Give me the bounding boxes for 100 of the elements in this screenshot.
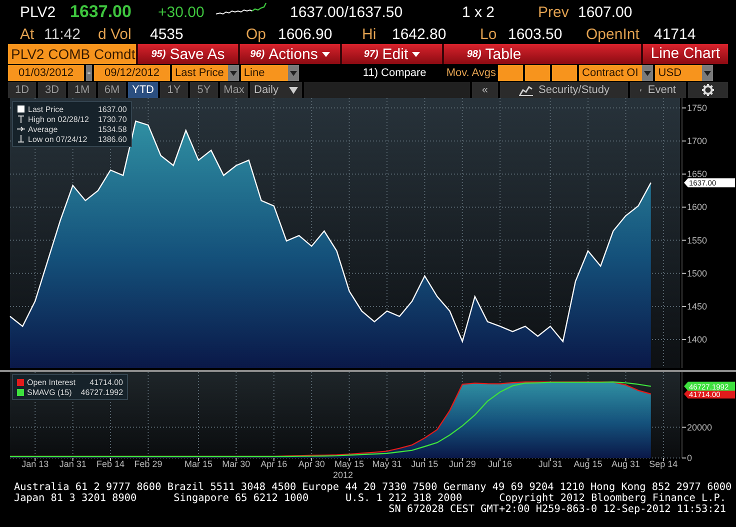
field-value: 41714 bbox=[654, 26, 697, 42]
axis-label: 1550 bbox=[687, 235, 708, 246]
axis-label: Apr 16 bbox=[260, 459, 288, 469]
field-label: Prev bbox=[538, 4, 570, 20]
field-label: Lo bbox=[480, 26, 498, 42]
field-label: Mov. Avgs bbox=[446, 67, 496, 79]
field-value: 1642.80 bbox=[392, 26, 448, 42]
period-tab[interactable]: 1D bbox=[8, 82, 36, 98]
security-field[interactable]: PLV2 COMB Comdt bbox=[8, 44, 136, 64]
dash-label: - bbox=[86, 65, 92, 81]
input-field[interactable] bbox=[525, 65, 550, 81]
axis-label: Mar 30 bbox=[222, 459, 250, 469]
axis-label: 1400 bbox=[687, 334, 708, 345]
legend-label: Last Price bbox=[28, 104, 64, 114]
dropdown[interactable]: Last Price bbox=[172, 65, 239, 81]
field-label: d Vol bbox=[98, 26, 132, 42]
axis-label: 1450 bbox=[687, 301, 708, 312]
axis-label: Jan 13 bbox=[22, 459, 49, 469]
axis-label: Aug 15 bbox=[574, 459, 602, 469]
field-value: 1603.50 bbox=[508, 26, 564, 42]
input-field[interactable] bbox=[552, 65, 578, 81]
legend-label: Average bbox=[28, 124, 58, 134]
legend-label: High on 02/28/12 bbox=[28, 114, 89, 124]
bid-ask-quote: 1637.00/1637.50 bbox=[290, 4, 404, 20]
dropdown[interactable]: Line bbox=[240, 65, 299, 81]
axis-label: Aug 31 bbox=[611, 459, 640, 469]
field-label: Op bbox=[246, 26, 268, 42]
line-chart-icon bbox=[518, 84, 533, 96]
legend-value: 41714.00 bbox=[88, 378, 124, 386]
price-change: +30.00 bbox=[158, 4, 206, 20]
low-marker-icon bbox=[17, 135, 25, 143]
field-value: 11:42 bbox=[44, 26, 82, 42]
caret-icon bbox=[228, 65, 239, 81]
dropdown[interactable]: Contract OI bbox=[579, 65, 654, 81]
period-tab[interactable]: 1M bbox=[68, 82, 96, 98]
legend-label: SMAVG (15) bbox=[27, 388, 72, 396]
date-field[interactable]: 01/03/2012 bbox=[8, 65, 84, 81]
frequency-dropdown[interactable]: Daily bbox=[250, 82, 302, 98]
legend-value: 1386.60 bbox=[96, 134, 127, 144]
footer-text: Australia 61 2 9777 8600 Brazil 5511 3048 4500 Europe 44 20 7330 7500 Germany 49 69 9204 1210 Hong Kong 852 2977 6000 bbox=[14, 482, 732, 493]
caret-icon bbox=[412, 52, 420, 56]
study-button[interactable]: Security/Study bbox=[500, 82, 628, 98]
axis-label: 20000 bbox=[687, 422, 712, 432]
settings-button[interactable] bbox=[688, 82, 728, 98]
square-icon bbox=[17, 105, 25, 113]
caret-icon bbox=[289, 86, 298, 94]
axis-label: Feb 29 bbox=[134, 459, 162, 469]
field-label: Hi bbox=[362, 26, 378, 42]
date-field[interactable]: 09/12/2012 bbox=[94, 65, 170, 81]
period-tab[interactable]: 5Y bbox=[190, 82, 218, 98]
axis-label: Apr 30 bbox=[298, 459, 325, 469]
axis-label: Jun 15 bbox=[411, 459, 438, 469]
legend-label: Low on 07/24/12 bbox=[28, 134, 88, 144]
period-tab[interactable]: YTD bbox=[128, 82, 158, 98]
axis-label: 1500 bbox=[687, 268, 708, 278]
period-tab[interactable]: 3D bbox=[38, 82, 66, 98]
footer-text: Copyright 2012 Bloomberg Finance L.P. bbox=[499, 493, 726, 504]
period-tab[interactable]: 1Y bbox=[160, 82, 188, 98]
axis-label: 1650 bbox=[687, 169, 708, 180]
axis-label: 0 bbox=[687, 453, 692, 463]
axis-label: Jan 31 bbox=[59, 459, 86, 469]
period-tab[interactable]: 6M bbox=[98, 82, 126, 98]
toolbar-button[interactable]: 97) Edit bbox=[340, 44, 442, 64]
legend-value: 1534.58 bbox=[96, 124, 127, 134]
caret-icon bbox=[702, 65, 714, 81]
caret-icon bbox=[288, 65, 299, 81]
field-value: 4535 bbox=[150, 26, 184, 42]
field-value: 1606.90 bbox=[278, 26, 334, 42]
axis-label: Feb 14 bbox=[96, 459, 125, 469]
last-price: 1637.00 bbox=[70, 2, 132, 22]
input-field[interactable] bbox=[498, 65, 524, 81]
quote-size: 1 x 2 bbox=[462, 4, 496, 20]
footer-text: Singapore 65 6212 1000 bbox=[174, 493, 309, 504]
axis-label: 1600 bbox=[687, 202, 708, 212]
caret-icon bbox=[322, 52, 330, 56]
average-marker-icon bbox=[17, 125, 25, 133]
settings-icon bbox=[702, 84, 714, 96]
footer-text: SN 672028 CEST GMT+2:00 H259-863-0 12-Sep-2012 11:53:21 bbox=[388, 504, 726, 515]
field-label: OpenInt bbox=[586, 26, 640, 42]
event-button[interactable]: Event bbox=[630, 82, 686, 98]
axis-label: 1700 bbox=[687, 136, 708, 146]
axis-label: Jun 29 bbox=[448, 459, 476, 469]
axis-label: 1750 bbox=[687, 102, 708, 113]
dropdown[interactable]: USD bbox=[655, 65, 714, 81]
axis-label: Jul 16 bbox=[488, 459, 512, 469]
axis-label: Sep 14 bbox=[649, 459, 678, 469]
compare-link[interactable]: 11) Compare bbox=[362, 67, 426, 79]
legend-value: 1637.00 bbox=[96, 104, 127, 114]
field-label: At bbox=[20, 26, 36, 42]
collapse-button[interactable]: « bbox=[472, 82, 498, 98]
axis-label: May 15 bbox=[334, 459, 364, 469]
caret-icon bbox=[642, 65, 654, 81]
period-tab[interactable]: Max bbox=[220, 82, 248, 98]
axis-title: 2012 bbox=[332, 470, 354, 480]
axis-label: May 31 bbox=[372, 459, 402, 469]
footer-text: Japan 81 3 3201 8900 bbox=[14, 493, 137, 504]
field-value: 1607.00 bbox=[578, 4, 634, 20]
high-marker-icon bbox=[17, 115, 25, 123]
footer-text: U.S. 1 212 318 2000 bbox=[346, 493, 462, 504]
legend-value: 1730.70 bbox=[96, 114, 127, 124]
